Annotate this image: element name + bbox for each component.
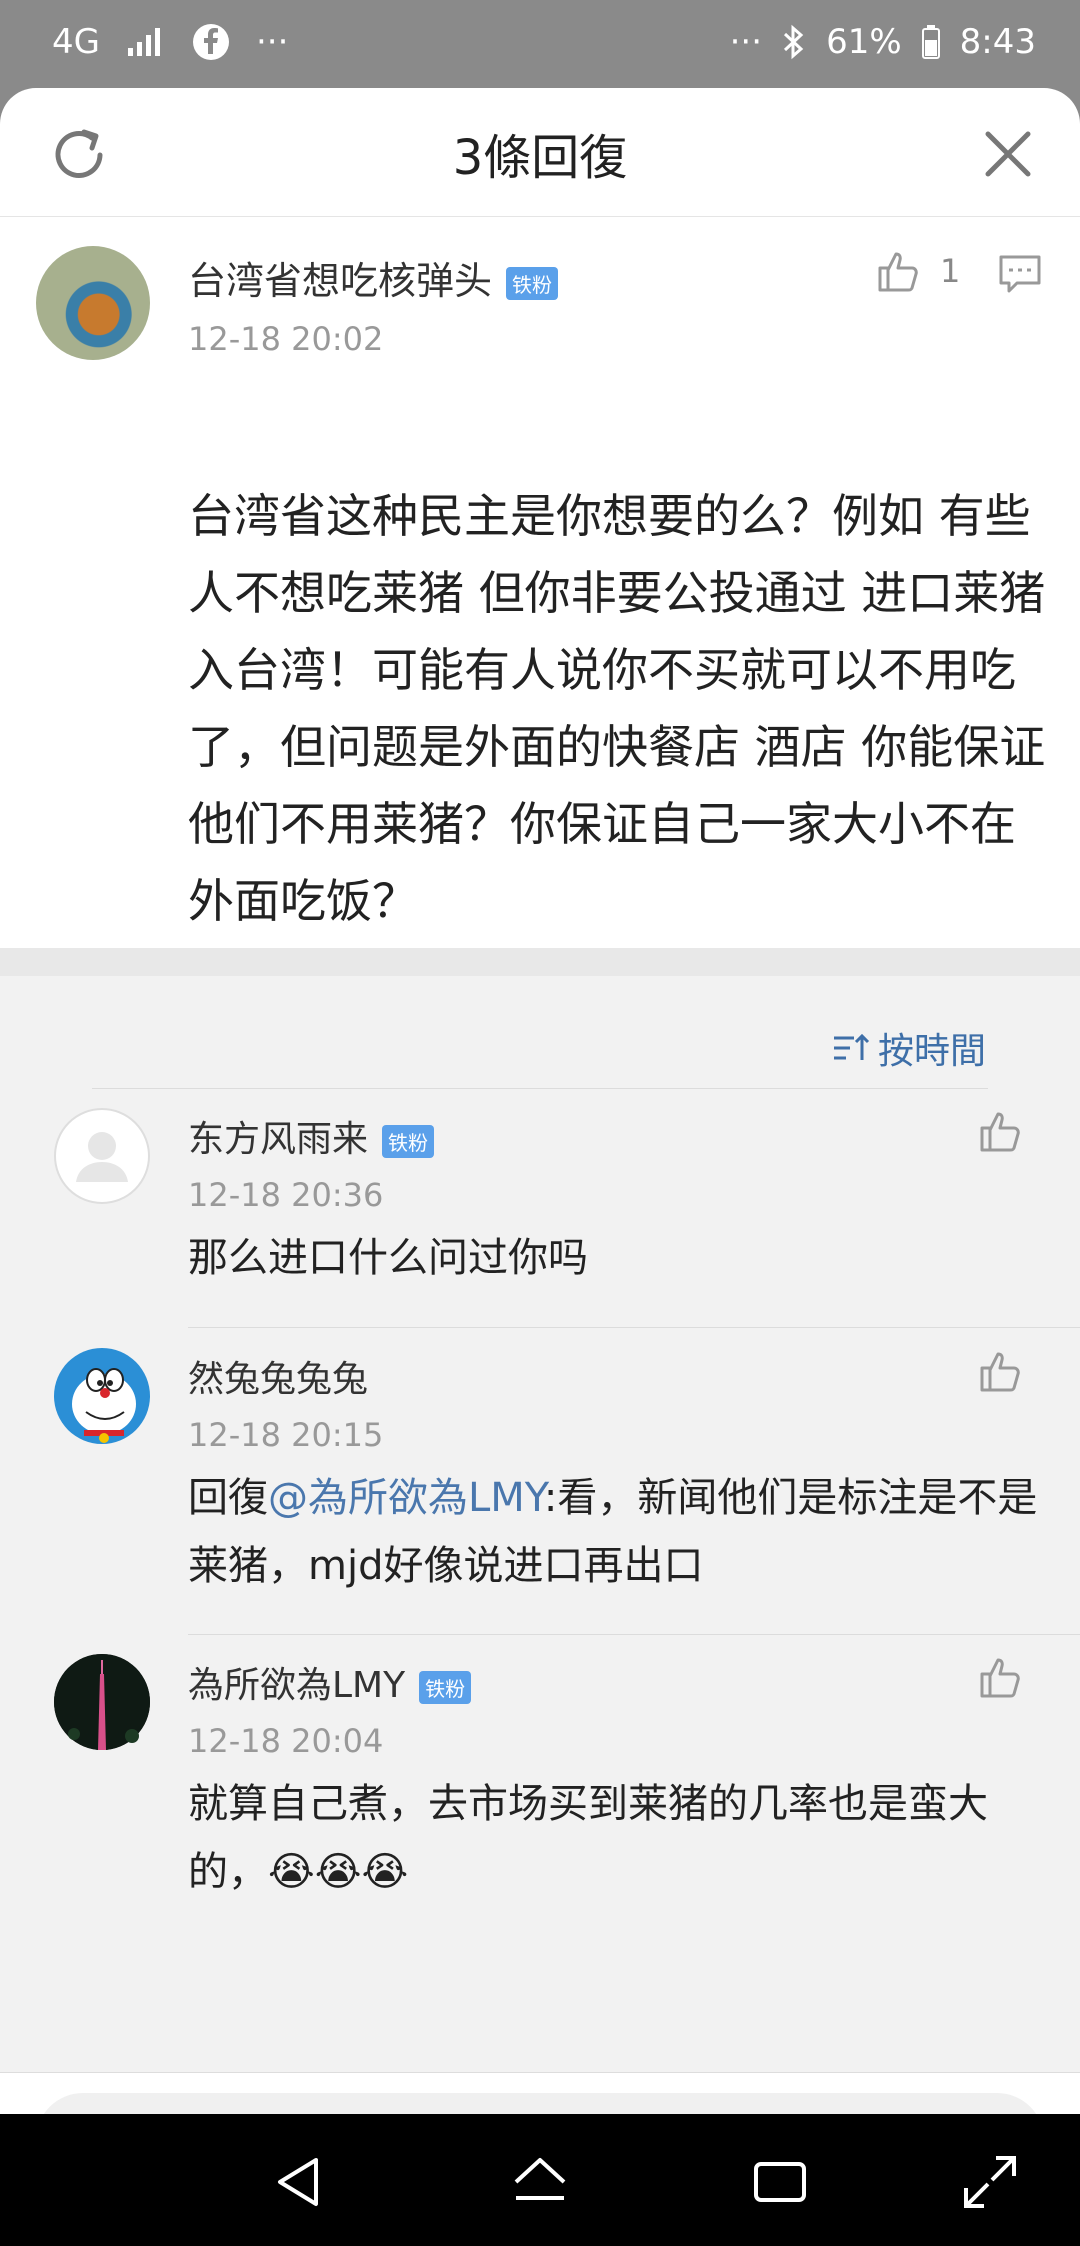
recent-apps-button[interactable] xyxy=(750,2152,810,2212)
replies-sheet: 3條回復 台湾省想吃核弹头 铁粉 12-18 20:02 1 台湾省这种民主是你想… xyxy=(0,88,1080,2114)
fan-badge: 铁粉 xyxy=(382,1124,435,1158)
comment-time: 12-18 20:02 xyxy=(188,320,384,358)
comment-text: 台湾省这种民主是你想要的么？例如 有些人不想吃莱猪 但你非要公投通过 进口莱猪入… xyxy=(188,489,1046,928)
facebook-icon xyxy=(192,23,230,61)
network-type-indicator: 4G xyxy=(52,22,100,62)
sort-icon xyxy=(833,1033,870,1060)
expand-icon xyxy=(964,2156,1016,2208)
like-button[interactable] xyxy=(978,1348,1024,1398)
reply-author[interactable]: 东方风雨来 铁粉 xyxy=(188,1110,435,1162)
close-icon xyxy=(985,131,1031,177)
signal-icon xyxy=(126,26,166,58)
avatar[interactable] xyxy=(54,1348,150,1444)
thumbs-up-icon xyxy=(980,1658,1020,1698)
system-navigation-bar xyxy=(0,2114,1080,2246)
thumbs-up-icon xyxy=(980,1112,1020,1152)
battery-percent: 61% xyxy=(826,22,902,62)
thumbs-up-icon xyxy=(980,1352,1020,1392)
reply-list: 按時間 东方风雨来 铁粉 12-18 20:36 那么进口什么问过你吗 然兔兔兔… xyxy=(0,976,1080,2072)
back-button[interactable] xyxy=(270,2152,330,2212)
comment-author[interactable]: 台湾省想吃核弹头 铁粉 xyxy=(188,250,559,305)
default-avatar-icon xyxy=(76,1132,128,1182)
mention-link[interactable]: @為所欲為LMY xyxy=(268,1475,544,1521)
home-icon xyxy=(514,2158,566,2200)
like-button[interactable]: 1 xyxy=(876,248,960,294)
sheet-header: 3條回復 xyxy=(0,88,1080,217)
doraemon-avatar-icon xyxy=(56,1350,148,1443)
canton-tower-avatar-icon xyxy=(54,1654,150,1750)
reply-button[interactable] xyxy=(998,254,1042,298)
thumbs-up-icon xyxy=(878,252,918,292)
avatar[interactable] xyxy=(54,1108,150,1204)
status-bar: 4G ··· ··· 61% 8:43 xyxy=(0,0,1080,88)
fan-badge: 铁粉 xyxy=(419,1670,472,1704)
clock: 8:43 xyxy=(959,22,1036,62)
reply-time: 12-18 20:04 xyxy=(188,1722,384,1760)
bluetooth-icon xyxy=(782,24,806,60)
section-divider xyxy=(0,948,1080,976)
like-button[interactable] xyxy=(978,1108,1024,1158)
sheet-title: 3條回復 xyxy=(452,130,628,186)
recent-apps-icon xyxy=(754,2162,806,2202)
avatar[interactable] xyxy=(36,246,150,360)
reply-input[interactable] xyxy=(36,2093,1044,2114)
sort-by-time-button[interactable]: 按時間 xyxy=(830,1022,986,1074)
battery-icon xyxy=(921,25,940,59)
reply-text: 回復@為所欲為LMY:看，新闻他们是标注是不是莱猪，mjd好像说进口再出口 xyxy=(188,1464,1038,1600)
expand-button[interactable] xyxy=(960,2152,1020,2212)
divider xyxy=(188,1634,1080,1635)
divider xyxy=(188,1327,1080,1328)
reply-time: 12-18 20:36 xyxy=(188,1176,384,1214)
avatar[interactable] xyxy=(54,1654,150,1750)
reply-prefix: 回復 xyxy=(188,1475,268,1521)
more-notifications-indicator: ··· xyxy=(255,22,289,62)
comment-icon xyxy=(999,255,1041,293)
close-button[interactable] xyxy=(982,128,1034,180)
home-button[interactable] xyxy=(510,2152,570,2212)
reply-author[interactable]: 然兔兔兔兔 xyxy=(188,1350,368,1402)
more-status-indicator: ··· xyxy=(729,22,763,62)
reply-text: 那么进口什么问过你吗 xyxy=(188,1235,588,1281)
divider xyxy=(92,1088,988,1089)
fan-badge: 铁粉 xyxy=(506,267,559,300)
reply-input-bar xyxy=(0,2072,1080,2114)
reply-text: 就算自己煮，去市场买到莱猪的几率也是蛮大的，😭😭😭 xyxy=(188,1770,1038,1906)
reply-time: 12-18 20:15 xyxy=(188,1416,384,1454)
like-count: 1 xyxy=(940,252,961,290)
reply-author[interactable]: 為所欲為LMY 铁粉 xyxy=(188,1656,472,1708)
like-button[interactable] xyxy=(978,1654,1024,1704)
crying-laughing-emoji: 😭😭😭 xyxy=(268,1849,409,1895)
back-icon xyxy=(278,2158,318,2206)
sort-label: 按時間 xyxy=(877,1031,986,1072)
